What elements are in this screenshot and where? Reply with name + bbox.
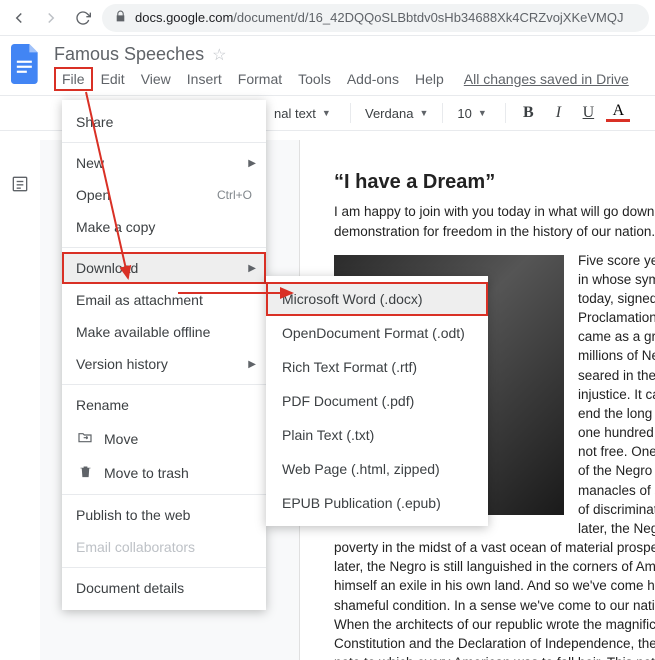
chevron-right-icon: ▶	[248, 359, 256, 370]
menu-help[interactable]: Help	[407, 67, 452, 91]
menu-insert[interactable]: Insert	[179, 67, 230, 91]
back-button[interactable]	[6, 5, 32, 31]
toolbar-separator	[350, 103, 351, 123]
chevron-down-icon: ▼	[322, 108, 331, 118]
menu-separator	[62, 494, 266, 495]
bold-button[interactable]: B	[516, 104, 540, 122]
document-heading[interactable]: “I have a Dream”	[334, 168, 655, 196]
download-option-txt[interactable]: Plain Text (.txt)	[266, 418, 488, 452]
reload-button[interactable]	[70, 5, 96, 31]
font-size-label: 10	[457, 106, 471, 121]
menu-addons[interactable]: Add-ons	[339, 67, 407, 91]
file-menu-share[interactable]: Share	[62, 106, 266, 138]
file-menu-version-history[interactable]: Version history▶	[62, 348, 266, 380]
file-menu-email-collaborators: Email collaborators	[62, 531, 266, 563]
file-menu-document-details[interactable]: Document details	[62, 572, 266, 604]
file-menu-trash[interactable]: Move to trash	[62, 456, 266, 490]
menu-file[interactable]: File	[54, 67, 93, 91]
menu-separator	[62, 384, 266, 385]
outline-toggle[interactable]	[6, 170, 34, 198]
file-menu: Share New▶ OpenCtrl+O Make a copy Downlo…	[62, 100, 266, 610]
download-option-docx[interactable]: Microsoft Word (.docx)	[266, 282, 488, 316]
download-option-odt[interactable]: OpenDocument Format (.odt)	[266, 316, 488, 350]
file-menu-move[interactable]: Move	[62, 421, 266, 456]
font-dropdown[interactable]: Verdana ▼	[361, 104, 432, 123]
document-title[interactable]: Famous Speeches	[54, 44, 204, 65]
toolbar-separator	[505, 103, 506, 123]
browser-toolbar: docs.google.com/document/d/16_42DQQoSLBb…	[0, 0, 655, 36]
menu-view[interactable]: View	[133, 67, 179, 91]
file-menu-new[interactable]: New▶	[62, 147, 266, 179]
font-label: Verdana	[365, 106, 413, 121]
menu-separator	[62, 142, 266, 143]
lock-icon	[114, 10, 127, 26]
file-menu-open[interactable]: OpenCtrl+O	[62, 179, 266, 211]
download-option-pdf[interactable]: PDF Document (.pdf)	[266, 384, 488, 418]
folder-move-icon	[76, 429, 94, 448]
file-menu-download[interactable]: Download▶	[62, 252, 266, 284]
menu-separator	[62, 567, 266, 568]
download-option-html[interactable]: Web Page (.html, zipped)	[266, 452, 488, 486]
keyboard-shortcut: Ctrl+O	[217, 188, 252, 202]
url-text: docs.google.com/document/d/16_42DQQoSLBb…	[135, 10, 624, 25]
text-color-button[interactable]: A	[606, 104, 630, 122]
chevron-down-icon: ▼	[419, 108, 428, 118]
file-menu-email-attachment[interactable]: Email as attachment	[62, 284, 266, 316]
document-paragraph[interactable]: I am happy to join with you today in wha…	[334, 202, 655, 240]
star-icon[interactable]: ☆	[212, 45, 226, 65]
docs-logo[interactable]	[8, 42, 44, 90]
chevron-right-icon: ▶	[248, 158, 256, 169]
file-menu-publish[interactable]: Publish to the web	[62, 499, 266, 531]
paragraph-style-label: nal text	[274, 106, 316, 121]
download-option-epub[interactable]: EPUB Publication (.epub)	[266, 486, 488, 520]
menu-tools[interactable]: Tools	[290, 67, 339, 91]
font-size-dropdown[interactable]: 10 ▼	[453, 104, 495, 123]
menu-bar: File Edit View Insert Format Tools Add-o…	[54, 65, 647, 91]
menu-separator	[62, 247, 266, 248]
docs-header: Famous Speeches ☆ File Edit View Insert …	[0, 36, 655, 91]
save-status[interactable]: All changes saved in Drive	[464, 71, 629, 87]
file-menu-available-offline[interactable]: Make available offline	[62, 316, 266, 348]
download-option-rtf[interactable]: Rich Text Format (.rtf)	[266, 350, 488, 384]
chevron-down-icon: ▼	[478, 108, 487, 118]
menu-format[interactable]: Format	[230, 67, 290, 91]
file-menu-make-copy[interactable]: Make a copy	[62, 211, 266, 243]
italic-button[interactable]: I	[546, 104, 570, 122]
download-submenu: Microsoft Word (.docx) OpenDocument Form…	[266, 276, 488, 526]
address-bar[interactable]: docs.google.com/document/d/16_42DQQoSLBb…	[102, 4, 649, 32]
forward-button[interactable]	[38, 5, 64, 31]
toolbar-separator	[442, 103, 443, 123]
file-menu-rename[interactable]: Rename	[62, 389, 266, 421]
trash-icon	[76, 464, 94, 482]
paragraph-style-dropdown[interactable]: nal text ▼	[270, 104, 340, 123]
chevron-right-icon: ▶	[248, 263, 256, 274]
underline-button[interactable]: U	[576, 104, 600, 122]
menu-edit[interactable]: Edit	[93, 67, 133, 91]
